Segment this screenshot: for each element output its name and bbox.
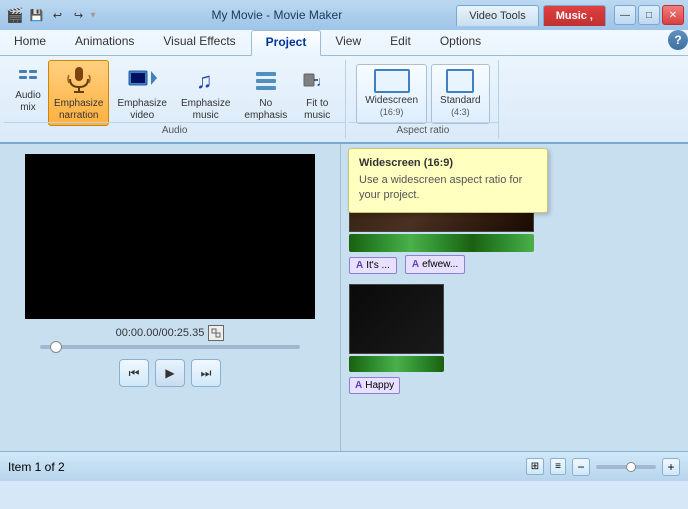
expand-preview-button[interactable] <box>208 325 224 341</box>
no-emphasis-label: Noemphasis <box>244 98 287 122</box>
fit-to-music-button[interactable]: ♩ Fit tomusic <box>295 60 339 126</box>
audio-mix-button[interactable]: Audiomix <box>10 60 46 118</box>
music-emphasis-icon: ♫ <box>190 64 222 96</box>
scrubber-track[interactable] <box>40 345 300 349</box>
narration-icon <box>63 64 95 96</box>
ribbon-content: Audiomix <box>0 56 688 142</box>
storyboard-view-button[interactable]: ⊞ <box>526 458 544 475</box>
tab-project[interactable]: Project <box>251 30 322 56</box>
widescreen-button[interactable]: Widescreen(16:9) <box>356 64 427 124</box>
audio-waveform-1 <box>349 234 534 252</box>
close-button[interactable]: ✕ <box>662 5 684 25</box>
separator: ▾ <box>90 10 95 21</box>
music-emphasis-label: Emphasizemusic <box>181 98 230 122</box>
ribbon: Home Animations Visual Effects Project V… <box>0 30 688 144</box>
redo-button[interactable]: ↪ <box>69 6 87 24</box>
status-text: Item 1 of 2 <box>8 460 65 474</box>
narration-label: Emphasizenarration <box>54 98 103 122</box>
tooltip-body: Use a widescreen aspect ratio for your p… <box>359 173 537 204</box>
zoom-slider-thumb[interactable] <box>626 462 636 472</box>
widescreen-label: Widescreen(16:9) <box>365 95 418 119</box>
status-bar-right: ⊞ ≡ − + <box>526 458 680 476</box>
main-content: 00:00.00/00:25.35 ⏮ ▶ ⏭ <box>0 144 688 451</box>
svg-text:♫: ♫ <box>196 68 213 93</box>
title-bar: 🎬 💾 ↩ ↪ ▾ My Movie - Movie Maker Video T… <box>0 0 688 30</box>
clip-label-1a: A It's ... <box>349 257 397 274</box>
window-title: My Movie - Movie Maker <box>212 8 343 22</box>
aspect-ratio-label: Aspect ratio <box>348 122 497 136</box>
clip-label-2a: A Happy <box>349 377 400 394</box>
audio-mix-icon <box>16 64 40 88</box>
context-tabs: Video Tools Music , <box>456 5 608 26</box>
emphasize-music-button[interactable]: ♫ Emphasizemusic <box>175 60 236 126</box>
audio-mix-label: Audiomix <box>15 90 41 114</box>
tab-visual-effects[interactable]: Visual Effects <box>149 30 250 55</box>
preview-controls: ⏮ ▶ ⏭ <box>10 359 330 387</box>
title-bar-title-area: My Movie - Movie Maker <box>101 0 452 30</box>
minimize-button[interactable]: — <box>614 5 636 25</box>
svg-text:♩: ♩ <box>316 73 330 89</box>
tab-options[interactable]: Options <box>426 30 496 55</box>
tab-music[interactable]: Music , <box>543 5 606 26</box>
preview-panel: 00:00.00/00:25.35 ⏮ ▶ ⏭ <box>0 144 340 451</box>
preview-time-display: 00:00.00/00:25.35 <box>10 325 330 341</box>
no-emphasis-icon <box>250 64 282 96</box>
standard-label: Standard(4:3) <box>440 95 481 119</box>
tab-view[interactable]: View <box>321 30 376 55</box>
aspect-ratio-group: Widescreen(16:9) Standard(4:3) Aspect ra… <box>348 60 498 138</box>
zoom-slider-container[interactable] <box>596 465 656 469</box>
zoom-slider-track[interactable] <box>596 465 656 469</box>
emphasize-video-button[interactable]: Emphasizevideo <box>111 60 172 126</box>
save-button[interactable]: 💾 <box>27 6 45 24</box>
app-icon: 🎬 <box>6 7 23 24</box>
tab-animations[interactable]: Animations <box>61 30 149 55</box>
timeline-view-button[interactable]: ≡ <box>550 458 566 475</box>
standard-button[interactable]: Standard(4:3) <box>431 64 490 124</box>
audio-waveform-2 <box>349 356 444 372</box>
tab-home[interactable]: Home <box>0 30 61 55</box>
fit-to-music-label: Fit tomusic <box>304 98 330 122</box>
emphasize-narration-button[interactable]: Emphasizenarration <box>48 60 109 126</box>
video-emphasis-icon <box>126 64 158 96</box>
maximize-button[interactable]: □ <box>638 5 660 25</box>
ribbon-tab-bar: Home Animations Visual Effects Project V… <box>0 30 688 56</box>
standard-icon <box>446 69 474 93</box>
clip-video-thumbnail-2 <box>349 284 444 354</box>
audio-group: Audiomix <box>4 60 346 138</box>
widescreen-tooltip: Widescreen (16:9) Use a widescreen aspec… <box>348 148 548 213</box>
no-emphasis-button[interactable]: Noemphasis <box>238 60 293 126</box>
widescreen-icon <box>374 69 410 93</box>
scrubber-thumb[interactable] <box>50 341 62 353</box>
video-preview <box>25 154 315 319</box>
quick-access-toolbar: 💾 ↩ ↪ ▾ <box>27 6 95 24</box>
zoom-in-button[interactable]: + <box>662 458 680 476</box>
zoom-out-button[interactable]: − <box>572 458 590 476</box>
undo-button[interactable]: ↩ <box>48 6 66 24</box>
play-button[interactable]: ▶ <box>155 359 185 387</box>
video-emphasis-label: Emphasizevideo <box>117 98 166 122</box>
clip-labels-1: A It's ... A efwew... <box>349 255 680 274</box>
rewind-button[interactable]: ⏮ <box>119 359 149 387</box>
fit-music-icon: ♩ <box>301 64 333 96</box>
clip-label-1b: A efwew... <box>405 255 465 274</box>
status-bar: Item 1 of 2 ⊞ ≡ − + <box>0 451 688 481</box>
title-bar-left: 🎬 💾 ↩ ↪ ▾ <box>0 0 101 30</box>
title-bar-right: Video Tools Music , — □ ✕ <box>452 0 688 30</box>
preview-scrubber[interactable] <box>40 345 300 349</box>
timeline-clip-2: A Happy <box>349 284 680 394</box>
audio-group-label: Audio <box>4 122 345 136</box>
tooltip-title: Widescreen (16:9) <box>359 157 537 169</box>
help-button[interactable]: ? <box>668 30 688 50</box>
audio-buttons: Audiomix <box>10 60 339 122</box>
tab-video-tools[interactable]: Video Tools <box>456 5 538 26</box>
clip-labels-2: A Happy <box>349 375 680 394</box>
fast-forward-button[interactable]: ⏭ <box>191 359 221 387</box>
tab-edit[interactable]: Edit <box>376 30 426 55</box>
